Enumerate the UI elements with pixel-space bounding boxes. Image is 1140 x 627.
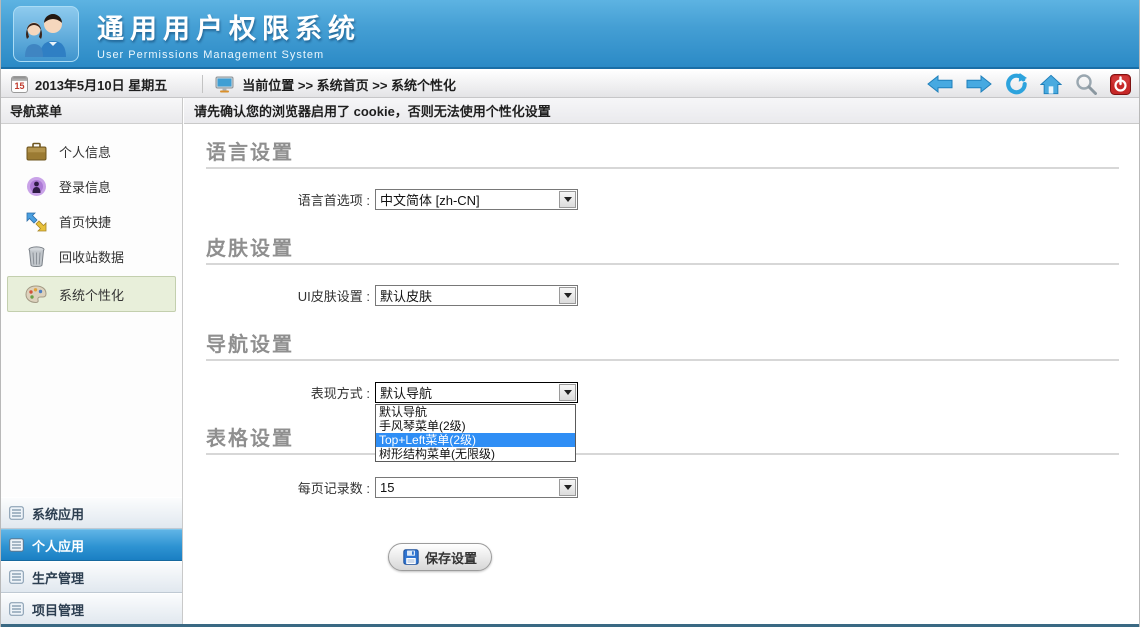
group-label: 个人应用: [32, 536, 84, 555]
chevron-down-icon[interactable]: [559, 191, 576, 208]
group-project-mgmt[interactable]: 项目管理: [1, 593, 182, 625]
records-per-page-label: 每页记录数 :: [184, 478, 370, 497]
breadcrumb: 当前位置 >> 系统首页 >> 系统个性化: [242, 75, 456, 94]
section-divider: [206, 167, 1119, 169]
recycle-bin-icon: [25, 246, 47, 268]
dropdown-option[interactable]: 默认导航: [376, 405, 575, 419]
forward-icon[interactable]: [966, 74, 992, 94]
section-divider: [206, 359, 1119, 361]
header-titles: 通用用户权限系统 User Permissions Management Sys…: [97, 7, 361, 61]
home-icon[interactable]: [1040, 74, 1062, 95]
save-settings-button[interactable]: 保存设置: [388, 543, 492, 571]
group-label: 系统应用: [32, 504, 84, 523]
records-per-page-select[interactable]: 15: [375, 477, 578, 498]
toolbar-separator: [202, 75, 203, 93]
skin-select[interactable]: 默认皮肤: [375, 285, 578, 306]
sidebar-item-login-info[interactable]: 登录信息: [1, 169, 182, 204]
dropdown-option[interactable]: 树形结构菜单(无限级): [376, 447, 575, 461]
sidebar-item-personalization[interactable]: 系统个性化: [7, 276, 176, 312]
table-row: 每页记录数 : 15: [184, 476, 578, 498]
app-subtitle: User Permissions Management System: [97, 49, 361, 61]
group-label: 项目管理: [32, 600, 84, 619]
people-logo-icon: [20, 11, 72, 57]
chevron-down-icon[interactable]: [559, 479, 576, 496]
skin-row: UI皮肤设置 : 默认皮肤: [184, 284, 578, 306]
search-icon[interactable]: [1075, 73, 1097, 95]
sidebar-item-label: 个人信息: [59, 142, 111, 161]
app-logo: [13, 6, 79, 62]
sidebar-title: 导航菜单: [1, 98, 182, 124]
briefcase-icon: [25, 141, 47, 163]
login-person-icon: [25, 176, 47, 198]
back-icon[interactable]: [927, 74, 953, 94]
language-select-value: 中文简体 [zh-CN]: [376, 190, 559, 209]
group-system-apps[interactable]: 系统应用: [1, 497, 182, 529]
skin-label: UI皮肤设置 :: [184, 286, 370, 305]
app-header: 通用用户权限系统 User Permissions Management Sys…: [1, 0, 1140, 69]
skin-select-value: 默认皮肤: [376, 286, 559, 305]
monitor-icon: [215, 76, 234, 93]
current-date: 2013年5月10日 星期五: [35, 75, 167, 94]
chevron-down-icon[interactable]: [559, 287, 576, 304]
language-select[interactable]: 中文简体 [zh-CN]: [375, 189, 578, 210]
sidebar: 导航菜单 个人信息: [1, 98, 183, 625]
toolbar: 15 2013年5月10日 星期五 当前位置 >> 系统首页 >> 系统个性化: [1, 71, 1140, 98]
sidebar-item-home-shortcut[interactable]: 首页快捷: [1, 204, 182, 239]
sidebar-menu: 个人信息 登录信息: [1, 124, 182, 312]
section-title-table: 表格设置: [206, 422, 294, 451]
palette-icon: [25, 283, 47, 305]
sidebar-item-personal-info[interactable]: 个人信息: [1, 134, 182, 169]
floppy-disk-icon: [403, 549, 419, 565]
language-row: 语言首选项 : 中文简体 [zh-CN]: [184, 188, 578, 210]
dropdown-option-highlighted[interactable]: Top+Left菜单(2级): [376, 433, 575, 447]
group-production-mgmt[interactable]: 生产管理: [1, 561, 182, 593]
app-window: 通用用户权限系统 User Permissions Management Sys…: [0, 0, 1140, 627]
navigation-select[interactable]: 默认导航: [375, 382, 578, 403]
records-per-page-value: 15: [376, 480, 559, 495]
app-title: 通用用户权限系统: [97, 7, 361, 46]
sidebar-item-label: 登录信息: [59, 177, 111, 196]
list-icon: [9, 538, 24, 552]
section-title-skin: 皮肤设置: [206, 232, 294, 261]
power-icon[interactable]: [1110, 74, 1131, 95]
list-icon: [9, 570, 24, 584]
save-button-label: 保存设置: [425, 548, 477, 567]
dropdown-option[interactable]: 手风琴菜单(2级): [376, 419, 575, 433]
shortcut-arrows-icon: [25, 211, 47, 233]
list-icon: [9, 506, 24, 520]
section-divider: [206, 453, 1119, 455]
navigation-row: 表现方式 : 默认导航: [184, 381, 578, 403]
section-title-navigation: 导航设置: [206, 328, 294, 357]
chevron-down-icon[interactable]: [559, 384, 576, 401]
section-title-language: 语言设置: [206, 136, 294, 165]
navigation-dropdown-list: 默认导航 手风琴菜单(2级) Top+Left菜单(2级) 树形结构菜单(无限级…: [375, 404, 576, 462]
sidebar-groups: 系统应用 个人应用: [1, 497, 182, 625]
group-personal-apps[interactable]: 个人应用: [1, 529, 182, 561]
navigation-label: 表现方式 :: [184, 383, 370, 402]
sidebar-item-label: 系统个性化: [59, 285, 124, 304]
language-label: 语言首选项 :: [184, 190, 370, 209]
navigation-select-value: 默认导航: [376, 383, 559, 402]
sidebar-item-recycle-bin[interactable]: 回收站数据: [1, 239, 182, 274]
sidebar-item-label: 首页快捷: [59, 212, 111, 231]
section-divider: [206, 263, 1119, 265]
refresh-icon[interactable]: [1005, 73, 1027, 95]
cookie-notice: 请先确认您的浏览器启用了 cookie，否则无法使用个性化设置: [184, 98, 1140, 124]
calendar-day: 15: [14, 80, 24, 92]
sidebar-item-label: 回收站数据: [59, 247, 124, 266]
group-label: 生产管理: [32, 568, 84, 587]
list-icon: [9, 602, 24, 616]
main-content: 语言设置 语言首选项 : 中文简体 [zh-CN] 皮肤设置 UI皮肤设置 : …: [184, 125, 1140, 625]
calendar-icon: 15: [11, 76, 28, 93]
toolbar-nav-icons: [927, 73, 1131, 95]
